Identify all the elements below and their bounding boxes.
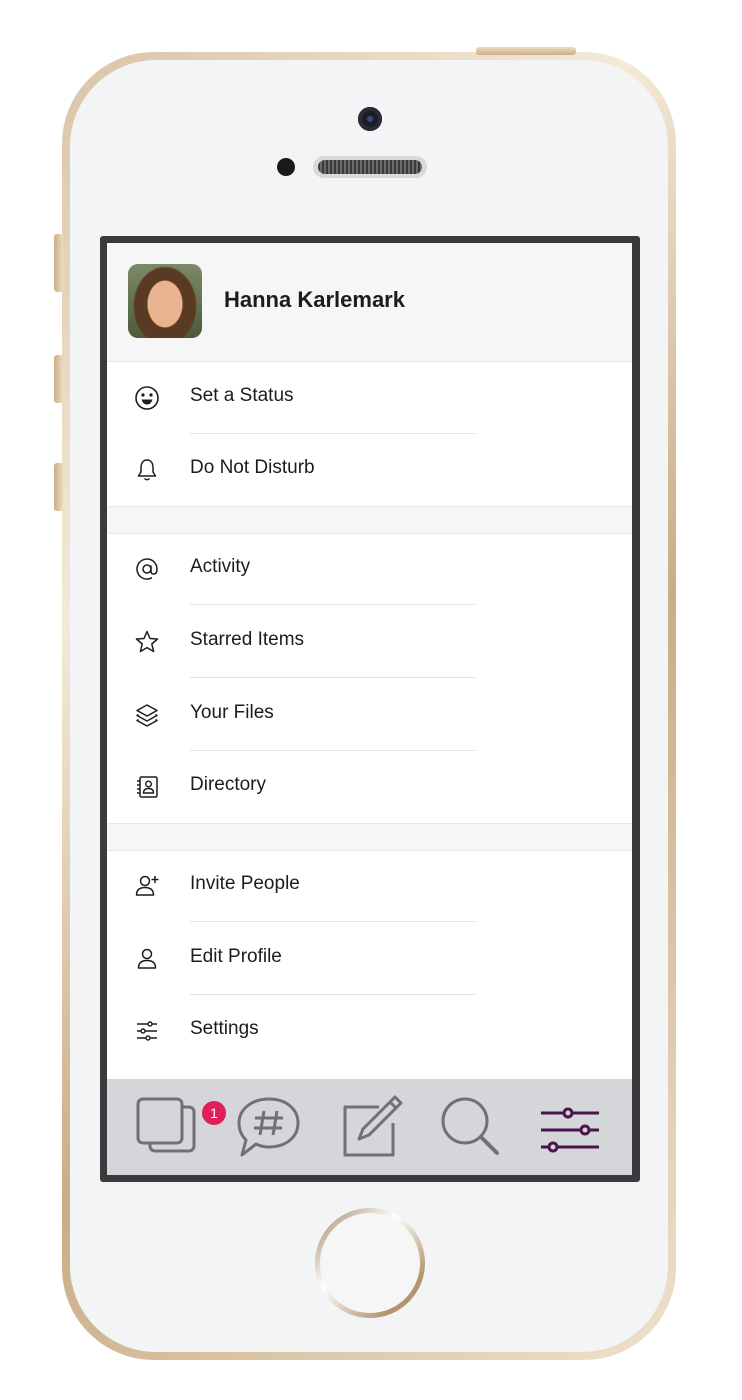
sliders-icon: [137, 1021, 157, 1041]
volume-down-button: [54, 463, 63, 511]
screen: Hanna Karlemark Set a Status Do Not Dist…: [107, 243, 632, 1175]
avatar: [128, 264, 202, 338]
divider: [190, 921, 475, 922]
menu-item-settings[interactable]: Settings: [107, 995, 632, 1067]
tab-channels[interactable]: [234, 1093, 304, 1163]
smiley-icon: [135, 386, 159, 410]
search-icon: [441, 1097, 499, 1155]
menu-label: Set a Status: [190, 385, 294, 406]
divider: [190, 677, 475, 678]
profile-header[interactable]: Hanna Karlemark: [107, 243, 632, 361]
volume-up-button: [54, 355, 63, 403]
add-user-icon: [135, 875, 159, 896]
earpiece-speaker: [313, 156, 427, 178]
tab-bar: 1: [107, 1079, 632, 1175]
bell-icon: [137, 459, 157, 481]
divider: [190, 604, 475, 605]
proximity-sensor: [277, 158, 295, 176]
menu-item-activity[interactable]: Activity: [107, 533, 632, 605]
notification-badge: 1: [200, 1099, 228, 1127]
menu-item-directory[interactable]: Directory: [107, 751, 632, 823]
menu-label: Edit Profile: [190, 946, 282, 967]
front-camera: [358, 107, 382, 131]
star-icon: [135, 630, 159, 653]
profile-name: Hanna Karlemark: [224, 287, 405, 312]
menu-label: Directory: [190, 774, 267, 795]
home-button[interactable]: [315, 1208, 425, 1318]
tab-home[interactable]: 1: [132, 1093, 228, 1163]
menu-item-set-status[interactable]: Set a Status: [107, 361, 632, 434]
channels-icon: [237, 1097, 300, 1157]
user-icon: [137, 948, 157, 969]
section-gap: [107, 506, 632, 534]
contact-card-icon: [137, 776, 158, 798]
menu-label: Settings: [190, 1018, 259, 1039]
menu-label: Do Not Disturb: [190, 457, 315, 478]
power-button: [476, 47, 576, 55]
menu-label: Activity: [190, 556, 251, 577]
at-sign-icon: [136, 558, 158, 580]
settings-sliders-icon: [541, 1107, 599, 1153]
menu-item-your-files[interactable]: Your Files: [107, 679, 632, 751]
section-gap: [107, 823, 632, 851]
tab-compose[interactable]: [337, 1093, 407, 1163]
menu-label: Invite People: [190, 873, 300, 894]
menu-item-invite-people[interactable]: Invite People: [107, 850, 632, 922]
menu-item-starred-items[interactable]: Starred Items: [107, 606, 632, 678]
menu-label: Your Files: [190, 702, 274, 723]
home-icon: [136, 1097, 196, 1153]
menu-item-edit-profile[interactable]: Edit Profile: [107, 923, 632, 995]
tab-search[interactable]: [437, 1093, 507, 1163]
menu-item-do-not-disturb[interactable]: Do Not Disturb: [107, 434, 632, 506]
tab-settings[interactable]: [535, 1093, 605, 1163]
compose-icon: [343, 1095, 403, 1157]
menu-label: Starred Items: [190, 629, 305, 650]
layers-icon: [136, 704, 158, 727]
mute-switch: [54, 234, 63, 292]
